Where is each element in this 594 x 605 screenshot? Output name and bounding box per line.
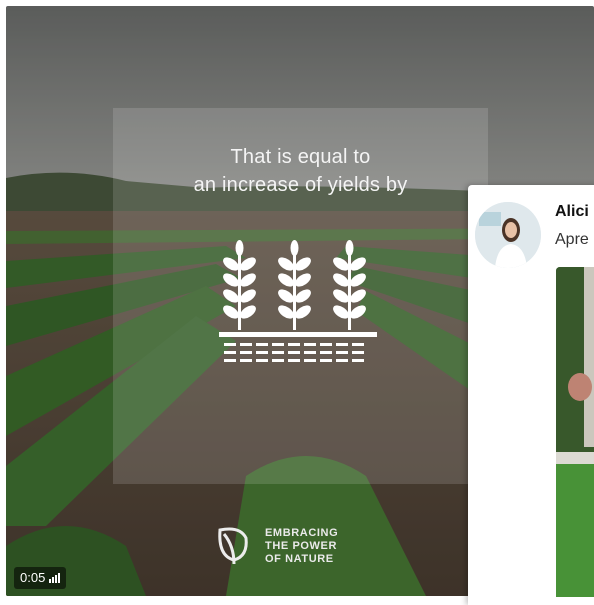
volume-bars-icon <box>49 573 61 583</box>
crop-field-icon <box>219 240 377 362</box>
brand-line-1: EMBRACING <box>265 527 339 539</box>
caption-line-1: That is equal to <box>230 146 371 168</box>
author-subtitle: Apre <box>555 231 589 248</box>
caption-line-2: an increase of yields by <box>193 174 408 196</box>
profile-popup-card[interactable]: Alici Apre <box>468 185 594 605</box>
leaf-logo-icon <box>218 527 248 565</box>
post-photo <box>556 267 594 597</box>
author-name[interactable]: Alici <box>555 203 589 221</box>
brand-tagline: EMBRACING THE POWER OF NATURE <box>265 527 338 566</box>
post-image[interactable] <box>556 267 594 597</box>
video-caption: That is equal to an increase of yields b… <box>113 143 488 199</box>
brand-line-2: THE POWER <box>265 540 338 552</box>
video-time-badge: 0:05 <box>14 567 67 589</box>
brand-line-3: OF NATURE <box>265 553 334 565</box>
avatar-image <box>475 202 541 268</box>
video-time: 0:05 <box>20 570 46 585</box>
profile-avatar[interactable] <box>475 202 541 268</box>
